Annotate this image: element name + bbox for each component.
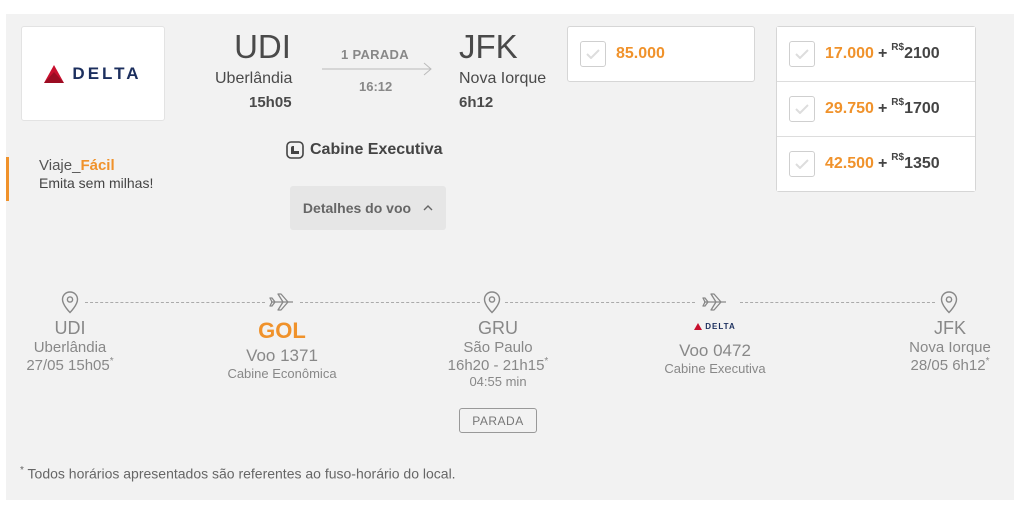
timeline-origin: UDI Uberlândia 27/05 15h05* (10, 318, 130, 374)
timeline-leg-1-cabin: Cabine Econômica (227, 366, 337, 381)
map-pin-icon (483, 291, 501, 314)
map-pin-icon (61, 291, 79, 314)
stop-tag: PARADA (459, 408, 537, 433)
destination-city: Nova Iorque (459, 70, 547, 87)
check-icon (795, 159, 809, 169)
delta-logo-icon (694, 323, 703, 330)
gol-logo-text: GOL (258, 318, 306, 342)
asterisk: * (544, 356, 549, 367)
timeline-connector (300, 302, 480, 303)
origin-datetime-text: 27/05 15h05 (26, 357, 110, 374)
origin-city: Uberlândia (215, 70, 293, 87)
promo-prefix: Viaje (39, 157, 73, 174)
check-icon (795, 49, 809, 59)
timeline-leg-1: GOL Voo 1371 Cabine Econômica (212, 318, 352, 381)
airline-name: DELTA (72, 63, 142, 83)
delta-small-logo: DELTA (645, 322, 785, 331)
check-icon (795, 104, 809, 114)
price-option-checkbox[interactable] (789, 151, 815, 177)
check-icon (586, 49, 600, 59)
timeline-leg-1-flight: Voo 1371 (246, 346, 318, 365)
destination-time: 6h12 (459, 94, 494, 111)
timeline-leg-2: DELTA Voo 0472 Cabine Executiva (645, 322, 785, 376)
cabin-seat-icon (286, 141, 304, 159)
timeline-leg-2-flight: Voo 0472 (679, 341, 751, 360)
timeline-destination: JFK Nova Iorque 28/05 6h12* (890, 318, 1010, 374)
delta-logo-icon (44, 64, 65, 83)
arrow-right-icon (322, 62, 432, 76)
plus-sign: + (877, 45, 888, 62)
airplane-icon (269, 293, 293, 311)
timezone-footnote: * Todos horários apresentados são refere… (20, 465, 456, 482)
price-option-checkbox[interactable] (580, 41, 606, 67)
miles-amount: 17.000 (825, 45, 874, 62)
details-button-label: Detalhes do voo (302, 200, 412, 216)
cash-amount: 1700 (904, 100, 940, 117)
origin-code: UDI (234, 28, 291, 65)
timeline-connector (505, 302, 695, 303)
cabin-label: Cabine Executiva (310, 141, 443, 158)
asterisk: * (985, 356, 990, 367)
timeline-connection-code: GRU (478, 318, 518, 338)
price-options-mixed: 17.000 + R$ 2100 29.750 + R$ 1700 42.500… (776, 26, 976, 192)
price-option-mixed[interactable]: 42.500 + R$ 1350 (777, 137, 975, 191)
price-option-checkbox[interactable] (789, 96, 815, 122)
price-option-mixed[interactable]: 29.750 + R$ 1700 (777, 82, 975, 137)
timeline-connector (740, 302, 935, 303)
airplane-icon (702, 293, 726, 311)
currency-symbol: R$ (891, 41, 905, 53)
miles-amount: 85.000 (616, 45, 665, 62)
miles-amount: 29.750 (825, 100, 874, 117)
origin-summary: UDI (215, 30, 300, 63)
timeline-connection-city: São Paulo (463, 339, 533, 356)
currency-symbol: R$ (891, 151, 905, 163)
asterisk: * (109, 356, 114, 367)
cabin-info: Cabine Executiva (286, 141, 443, 159)
cash-amount: 2100 (904, 45, 940, 62)
miles-amount: 42.500 (825, 155, 874, 172)
stops-label: 1 PARADA (341, 47, 409, 62)
flight-details-button[interactable]: Detalhes do voo (290, 186, 446, 230)
delta-small-logo-text: DELTA (705, 322, 736, 331)
duration-label: 16:12 (359, 79, 393, 94)
destination-code: JFK (459, 28, 518, 65)
timeline-destination-code: JFK (933, 318, 966, 338)
destination-datetime-text: 28/05 6h12 (910, 357, 986, 374)
origin-time: 15h05 (249, 94, 292, 111)
promo-accent: Fácil (80, 157, 115, 174)
timeline-origin-datetime: 27/05 15h05* (10, 356, 130, 374)
cash-amount: 1350 (904, 155, 940, 172)
chevron-up-icon (423, 205, 433, 211)
price-option-checkbox[interactable] (789, 41, 815, 67)
price-option-mixed[interactable]: 17.000 + R$ 2100 (777, 27, 975, 82)
timeline-connection: GRU São Paulo 16h20 - 21h15* 04:55 min (428, 318, 568, 389)
price-option-miles-only[interactable]: 85.000 (567, 26, 755, 82)
plus-sign: + (877, 155, 888, 172)
promo-subtitle: Emita sem milhas! (39, 175, 154, 191)
map-pin-icon (940, 291, 958, 314)
timeline-leg-2-cabin: Cabine Executiva (664, 361, 766, 376)
promo-banner[interactable]: Viaje_Fácil Emita sem milhas! (6, 157, 153, 201)
timeline-destination-datetime: 28/05 6h12* (890, 356, 1010, 374)
plus-sign: + (877, 100, 888, 117)
timeline-destination-city: Nova Iorque (909, 339, 991, 356)
timeline-connection-times: 16h20 - 21h15* (428, 356, 568, 374)
gol-logo-icon: GOL (258, 318, 306, 342)
timeline-connector (85, 302, 265, 303)
footnote-text: Todos horários apresentados são referent… (23, 465, 456, 482)
connection-times-text: 16h20 - 21h15 (447, 357, 545, 374)
promo-title: Viaje_Fácil (39, 157, 153, 174)
timeline-layover: 04:55 min (469, 374, 527, 389)
timeline-origin-code: UDI (54, 318, 86, 338)
airline-logo-box: DELTA (21, 26, 165, 121)
currency-symbol: R$ (891, 96, 905, 108)
timeline-origin-city: Uberlândia (33, 339, 107, 356)
